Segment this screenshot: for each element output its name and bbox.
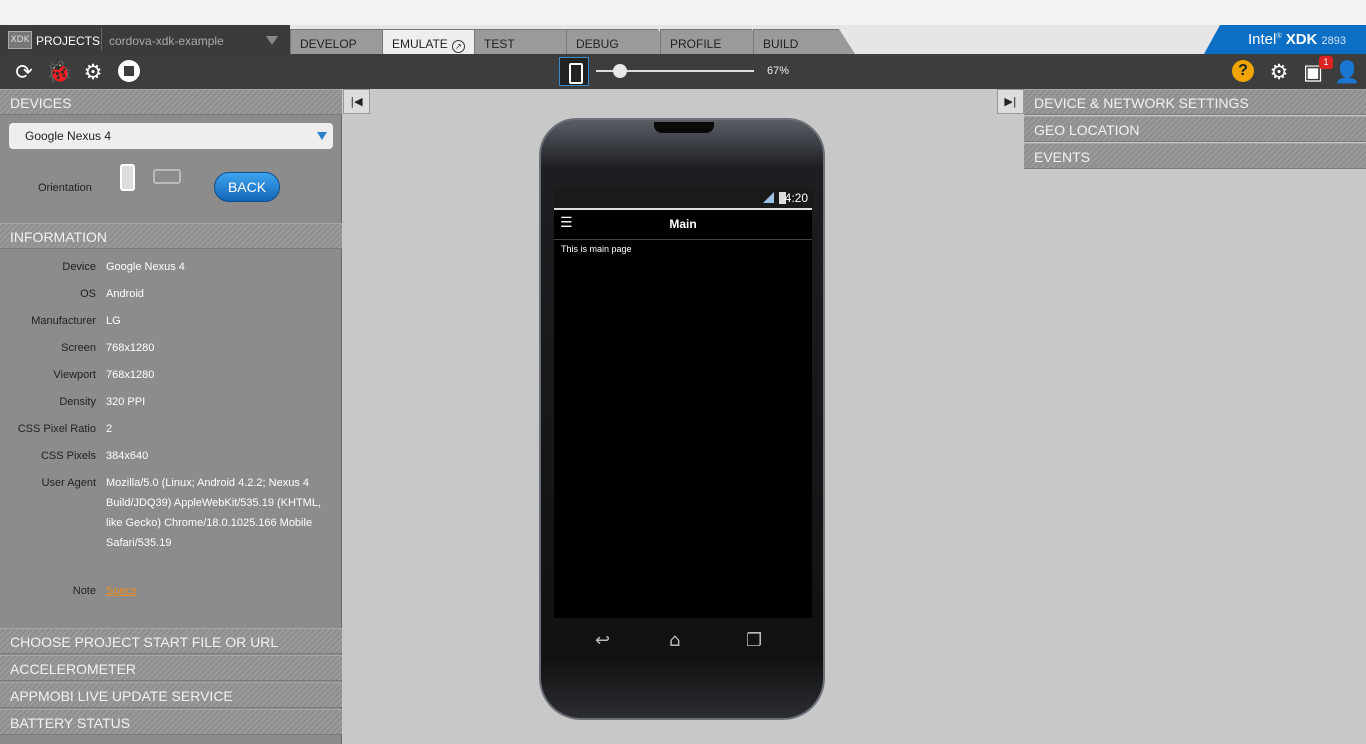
device-select-value: Google Nexus 4 bbox=[25, 129, 112, 143]
app-header: ☰ Main bbox=[554, 210, 812, 240]
info-value: Android bbox=[106, 288, 144, 300]
info-key: Note bbox=[72, 585, 96, 597]
info-key: CSS Pixels bbox=[40, 450, 96, 462]
gear-icon[interactable]: ⚙ bbox=[1266, 59, 1292, 85]
info-key: Device bbox=[62, 261, 96, 273]
status-time: 4:20 bbox=[784, 191, 808, 205]
page-content-text: This is main page bbox=[561, 244, 632, 254]
app-title: Main bbox=[669, 217, 697, 231]
debug-bug-icon[interactable]: 🐞 bbox=[46, 59, 72, 85]
phone-speaker bbox=[654, 122, 714, 133]
tab-develop-label: DEVELOP bbox=[300, 37, 357, 51]
devices-header[interactable]: DEVICES bbox=[0, 89, 342, 115]
back-button[interactable]: BACK bbox=[214, 172, 280, 202]
tab-test[interactable]: TEST bbox=[474, 29, 582, 54]
window-top-strip bbox=[0, 0, 1366, 25]
brand-xdk: XDK bbox=[1285, 31, 1318, 48]
phone-nav-bar: ↩ ⌂ ❐ bbox=[554, 622, 812, 662]
projects-tab[interactable]: XDK PROJECTS cordova-xdk-example bbox=[0, 25, 290, 54]
project-name: cordova-xdk-example bbox=[109, 34, 224, 48]
projects-label: PROJECTS bbox=[36, 34, 101, 48]
debug-device-icon[interactable]: ⚙ bbox=[80, 59, 106, 85]
info-value: 768x1280 bbox=[106, 369, 155, 381]
info-key: Manufacturer bbox=[31, 315, 96, 327]
landscape-orientation-icon[interactable] bbox=[153, 169, 181, 184]
appmobi-live-update-header[interactable]: APPMOBI LIVE UPDATE SERVICE bbox=[0, 682, 342, 708]
portrait-orientation-icon[interactable] bbox=[120, 164, 135, 191]
tab-debug-label: DEBUG bbox=[576, 37, 619, 51]
tab-emulate-label: EMULATE bbox=[392, 37, 448, 51]
back-nav-icon[interactable]: ↩ bbox=[595, 630, 610, 651]
main-tab-bar: XDK PROJECTS cordova-xdk-example DEVELOP… bbox=[0, 25, 1366, 54]
info-key: Viewport bbox=[53, 369, 96, 381]
info-key: OS bbox=[80, 288, 96, 300]
tab-profile-label: PROFILE bbox=[670, 37, 722, 51]
info-value: 768x1280 bbox=[106, 342, 155, 354]
brand-version: 2893 bbox=[1321, 35, 1347, 47]
brand-intel: Intel bbox=[1248, 31, 1277, 48]
phone-status-bar: 4:20 bbox=[554, 188, 814, 208]
xdk-logo-icon: XDK bbox=[8, 31, 32, 49]
chevron-down-icon bbox=[317, 132, 327, 140]
info-value: 320 PPI bbox=[106, 396, 146, 408]
external-link-icon[interactable]: ↗ bbox=[451, 40, 465, 53]
device-network-settings-header[interactable]: DEVICE & NETWORK SETTINGS bbox=[1024, 89, 1366, 115]
info-key: CSS Pixel Ratio bbox=[17, 423, 96, 435]
info-key: Density bbox=[59, 396, 96, 408]
collapse-right-icon[interactable]: ▶| bbox=[997, 89, 1024, 114]
zoom-value: 67% bbox=[767, 65, 790, 77]
info-value: 384x640 bbox=[106, 450, 149, 462]
stop-icon[interactable] bbox=[118, 60, 140, 82]
geo-location-header[interactable]: GEO LOCATION bbox=[1024, 116, 1366, 142]
reload-icon[interactable]: ⟳ bbox=[11, 59, 37, 85]
info-value: Google Nexus 4 bbox=[106, 261, 185, 273]
device-emulator-frame: 4:20 ☰ Main This is main page ↩ ⌂ ❐ bbox=[539, 118, 825, 720]
specs-link[interactable]: Specs bbox=[106, 585, 137, 597]
device-select[interactable]: Google Nexus 4 bbox=[9, 123, 333, 149]
tab-debug[interactable]: DEBUG bbox=[566, 29, 674, 54]
orientation-label: Orientation bbox=[38, 182, 92, 194]
tab-develop[interactable]: DEVELOP bbox=[290, 29, 398, 54]
help-icon[interactable]: ? bbox=[1232, 60, 1254, 82]
notification-count-badge: 1 bbox=[1319, 56, 1333, 69]
tab-emulate[interactable]: EMULATE ↗ bbox=[382, 29, 490, 54]
tab-build[interactable]: BUILD bbox=[753, 29, 855, 54]
chevron-down-icon bbox=[266, 36, 278, 45]
events-header[interactable]: EVENTS bbox=[1024, 143, 1366, 169]
tab-profile[interactable]: PROFILE bbox=[660, 29, 768, 54]
left-panel: DEVICES Google Nexus 4 Orientation BACK … bbox=[0, 89, 342, 744]
collapse-left-icon[interactable]: |◀ bbox=[343, 89, 370, 114]
battery-status-header[interactable]: BATTERY STATUS bbox=[0, 709, 342, 735]
recent-apps-icon[interactable]: ❐ bbox=[746, 630, 762, 651]
phone-screen[interactable]: ☰ Main This is main page bbox=[554, 208, 812, 618]
emulator-toolbar: ⟳ 🐞 ⚙ 67% ? ⚙ ▣ 1 👤 bbox=[0, 54, 1366, 89]
info-value: 2 bbox=[106, 423, 113, 435]
user-icon[interactable]: 👤 bbox=[1334, 59, 1360, 85]
tab-test-label: TEST bbox=[484, 37, 515, 51]
information-header[interactable]: INFORMATION bbox=[0, 223, 342, 249]
accelerometer-header[interactable]: ACCELEROMETER bbox=[0, 655, 342, 681]
intel-xdk-brand: Intel® XDK 2893 bbox=[1204, 25, 1366, 54]
home-nav-icon[interactable]: ⌂ bbox=[669, 630, 680, 651]
info-value: Mozilla/5.0 (Linux; Android 4.2.2; Nexus… bbox=[106, 477, 322, 549]
project-selector[interactable]: cordova-xdk-example bbox=[101, 28, 286, 51]
choose-start-file-header[interactable]: CHOOSE PROJECT START FILE OR URL bbox=[0, 628, 342, 654]
info-key: Screen bbox=[61, 342, 96, 354]
info-key: User Agent bbox=[41, 477, 96, 489]
tab-build-label: BUILD bbox=[763, 37, 799, 51]
signal-icon bbox=[763, 192, 774, 203]
device-frame-icon[interactable] bbox=[559, 57, 589, 86]
zoom-slider-handle[interactable] bbox=[613, 64, 627, 78]
info-value: LG bbox=[106, 315, 121, 327]
